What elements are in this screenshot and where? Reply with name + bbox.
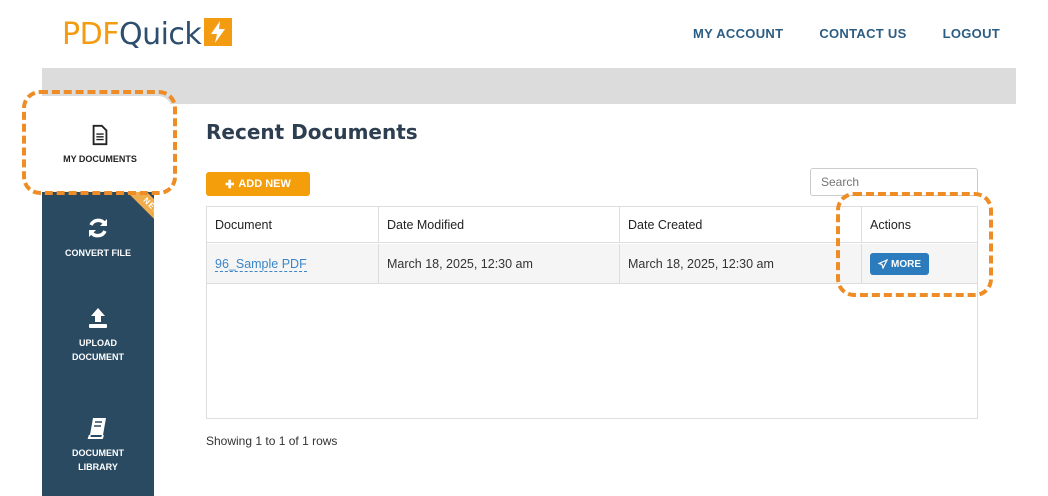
column-header-date-modified[interactable]: Date Modified <box>379 207 620 243</box>
date-modified-cell: March 18, 2025, 12:30 am <box>379 244 620 284</box>
sidebar-item-upload-document[interactable]: UPLOAD DOCUMENT <box>42 306 154 364</box>
sidebar-item-document-library[interactable]: DOCUMENT LIBRARY <box>42 416 154 474</box>
pagination-info: Showing 1 to 1 of 1 rows <box>206 434 338 448</box>
logo-text-quick: Quick <box>118 16 202 52</box>
page-title: Recent Documents <box>206 120 418 144</box>
date-created-cell: March 18, 2025, 12:30 am <box>620 244 862 284</box>
document-cell: 96_Sample PDF <box>207 244 379 284</box>
my-account-link[interactable]: MY ACCOUNT <box>693 26 783 41</box>
highlight-annotation-actions <box>836 192 993 297</box>
new-badge: NEW <box>108 186 154 246</box>
column-header-date-created[interactable]: Date Created <box>620 207 862 243</box>
refresh-icon <box>89 218 107 238</box>
highlight-annotation-my-documents <box>22 90 177 195</box>
sidebar-item-label: UPLOAD DOCUMENT <box>72 338 124 362</box>
column-header-document[interactable]: Document <box>207 207 379 243</box>
logo-text-pdf: PDF <box>62 16 119 52</box>
lightning-bolt-icon <box>204 18 233 46</box>
contact-us-link[interactable]: CONTACT US <box>819 26 906 41</box>
sidebar-item-label: CONVERT FILE <box>64 248 131 258</box>
upload-icon <box>89 308 107 328</box>
top-navigation: MY ACCOUNT CONTACT US LOGOUT <box>693 26 1000 41</box>
book-icon <box>87 418 106 439</box>
add-new-button[interactable]: ✚ ADD NEW <box>206 172 310 196</box>
logout-link[interactable]: LOGOUT <box>943 26 1000 41</box>
header-divider-bar <box>42 68 1016 104</box>
add-new-label: ADD NEW <box>238 178 291 190</box>
document-link[interactable]: 96_Sample PDF <box>215 257 307 272</box>
sidebar-item-label: DOCUMENT LIBRARY <box>72 448 124 472</box>
pdfquick-logo[interactable]: PDF Quick <box>62 14 233 54</box>
plus-icon: ✚ <box>225 178 235 191</box>
